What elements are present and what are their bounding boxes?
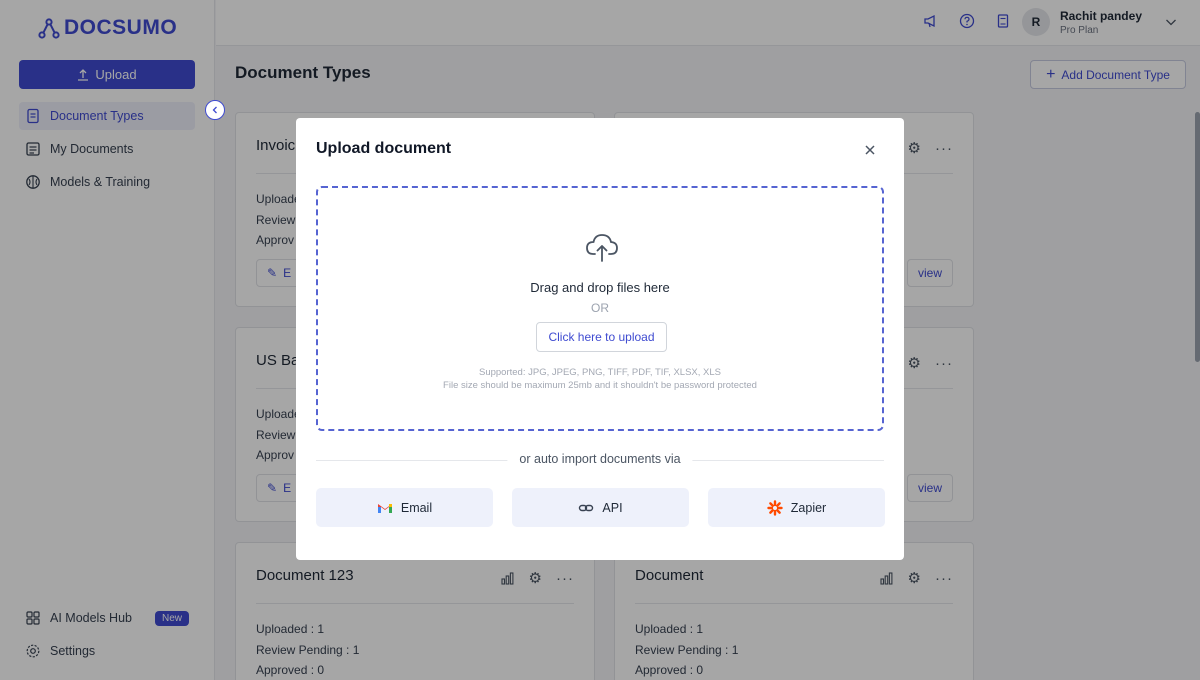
email-label: Email — [400, 500, 433, 515]
import-options: Email API Zapier — [316, 488, 885, 527]
chevron-left-icon — [212, 106, 217, 114]
collapse-sidebar-button[interactable] — [205, 100, 225, 120]
file-size-line: File size should be maximum 25mb and it … — [443, 380, 757, 391]
link-icon — [579, 504, 594, 511]
close-icon — [865, 145, 875, 155]
file-dropzone[interactable]: Drag and drop files here OR Click here t… — [316, 186, 884, 431]
zapier-icon — [767, 499, 783, 516]
upload-document-modal: Upload document Drag and drop files here… — [296, 118, 904, 560]
or-text: OR — [591, 301, 609, 315]
supported-line: Supported: JPG, JPEG, PNG, TIFF, PDF, TI… — [479, 367, 721, 378]
zapier-import-button[interactable]: Zapier — [708, 488, 885, 527]
api-label: API — [602, 500, 623, 515]
click-to-upload-button[interactable]: Click here to upload — [536, 322, 667, 352]
zapier-label: Zapier — [790, 500, 827, 515]
email-import-button[interactable]: Email — [316, 488, 493, 527]
supported-formats-text: Supported: JPG, JPEG, PNG, TIFF, PDF, TI… — [318, 366, 882, 392]
cloud-upload-icon — [586, 234, 618, 262]
api-import-button[interactable]: API — [512, 488, 689, 527]
modal-title: Upload document — [316, 140, 452, 157]
gmail-icon — [377, 503, 392, 513]
auto-import-text: or auto import documents via — [507, 452, 693, 466]
drag-drop-text: Drag and drop files here — [530, 280, 670, 295]
close-button[interactable] — [864, 144, 876, 160]
auto-import-divider: or auto import documents via — [316, 452, 884, 468]
